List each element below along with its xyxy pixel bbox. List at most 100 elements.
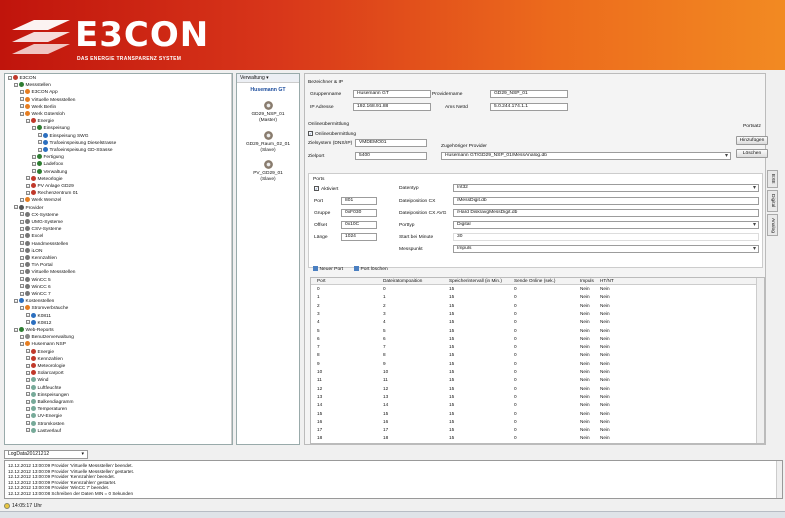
tree-item[interactable]: − Virtuelle Messstellen <box>20 269 75 275</box>
device-item[interactable]: GD29_Raum_02_01 (Slave) <box>237 131 299 153</box>
log-file-select[interactable]: LogData20121212 ▾ <box>4 450 88 459</box>
table-row[interactable]: 5 5 15 0 Nein Nein <box>311 328 756 335</box>
assigned-provider-select[interactable]: Husemann GT/GD29_NSP_01/MessAnalog.db <box>441 152 731 160</box>
log-scrollbar[interactable] <box>776 461 782 498</box>
expand-toggle-icon[interactable]: − <box>26 399 30 404</box>
expand-toggle-icon[interactable]: − <box>20 334 24 339</box>
tree-item[interactable]: − Rechenzentrum 01 <box>26 190 78 196</box>
expand-toggle-icon[interactable]: − <box>20 277 24 282</box>
expand-toggle-icon[interactable]: − <box>26 428 30 433</box>
expand-toggle-icon[interactable]: − <box>20 212 24 217</box>
column-header[interactable]: Impuls <box>580 278 594 284</box>
expand-toggle-icon[interactable]: − <box>26 176 30 181</box>
expand-toggle-icon[interactable]: − <box>38 140 42 145</box>
expand-toggle-icon[interactable]: − <box>26 406 30 411</box>
expand-toggle-icon[interactable]: − <box>20 262 24 267</box>
tree-item[interactable]: − Excel <box>20 233 43 239</box>
table-row[interactable]: 2 2 15 0 Nein Nein <box>311 303 756 310</box>
table-row[interactable]: 8 8 15 0 Nein Nein <box>311 352 756 359</box>
ip-address-field[interactable]: 192.168.91.88 <box>353 103 431 111</box>
tree-item[interactable]: − Werk Berlin <box>20 103 56 110</box>
expand-toggle-icon[interactable]: − <box>20 233 24 238</box>
table-row[interactable]: 13 13 15 0 Nein Nein <box>311 394 756 401</box>
tree-item[interactable]: − Werk Gütersloh <box>20 111 65 117</box>
table-scrollbar[interactable] <box>756 278 764 443</box>
tree-item[interactable]: − Web-Reports <box>14 327 54 333</box>
table-row[interactable]: 9 9 15 0 Nein Nein <box>311 361 756 368</box>
tree-item[interactable]: − Messstellen <box>14 82 51 88</box>
expand-toggle-icon[interactable]: − <box>20 97 24 102</box>
provider-name-field[interactable]: GD29_NSP_01 <box>490 90 568 98</box>
expand-toggle-icon[interactable]: − <box>20 197 24 202</box>
tree-item[interactable]: − Meteorologie <box>26 363 65 369</box>
expand-toggle-icon[interactable]: − <box>26 190 30 195</box>
expand-toggle-icon[interactable]: − <box>20 284 24 289</box>
tree-item[interactable]: − Einspeisung SWG <box>38 132 88 139</box>
laenge-field[interactable]: 1024 <box>341 233 377 241</box>
expand-toggle-icon[interactable]: − <box>14 327 18 332</box>
tree-item[interactable]: − Werk Wemzel <box>20 197 61 203</box>
expand-toggle-icon[interactable]: − <box>26 377 30 382</box>
expand-toggle-icon[interactable]: − <box>26 363 30 368</box>
expand-toggle-icon[interactable]: − <box>20 241 24 246</box>
verwaltung-menu[interactable]: Verwaltung ▾ <box>237 74 299 83</box>
tree-item[interactable]: − Balkendiagramm <box>26 399 74 405</box>
porttyp-select[interactable]: Digital <box>453 221 759 229</box>
gruppe-field[interactable]: 0xF030 <box>341 209 377 217</box>
device-item[interactable]: PV_GD29_01 (Slave) <box>237 160 299 182</box>
table-row[interactable]: 17 17 15 0 Nein Nein <box>311 427 756 434</box>
expand-toggle-icon[interactable]: − <box>32 161 36 166</box>
expand-toggle-icon[interactable]: − <box>20 89 24 94</box>
table-row[interactable]: 4 4 15 0 Nein Nein <box>311 319 756 326</box>
column-header[interactable]: Sende Online (sek.) <box>514 278 555 284</box>
port-field[interactable]: 801 <box>341 197 377 205</box>
add-button[interactable]: Hinzufügen <box>736 136 768 145</box>
table-row[interactable]: 0 0 15 0 Nein Nein <box>311 286 756 293</box>
tree-item[interactable]: − WinCC 6 <box>20 283 51 290</box>
expand-toggle-icon[interactable]: − <box>26 392 30 397</box>
expand-toggle-icon[interactable]: − <box>26 320 30 325</box>
tree-item[interactable]: − Verwaltung <box>32 168 67 175</box>
tab-digital[interactable]: Digital <box>767 190 778 212</box>
tree-item[interactable]: − Stromkosten <box>26 420 64 427</box>
tree-item[interactable]: − Trafoeinspeisung Dieselstrasse <box>38 139 116 146</box>
tree-scrollbar[interactable] <box>231 74 232 444</box>
expand-toggle-icon[interactable]: − <box>20 341 24 346</box>
expand-toggle-icon[interactable]: − <box>32 154 36 159</box>
table-row[interactable]: 14 14 15 0 Nein Nein <box>311 402 756 409</box>
cx-path-field[interactable]: /MessDigit.db <box>453 197 759 205</box>
tree-item[interactable]: − Virtuelle Messstellen <box>20 96 75 103</box>
activated-checkbox[interactable]: ✓ Aktiviert <box>314 186 338 192</box>
tree-item[interactable]: − Stromverbräuche <box>20 305 68 311</box>
expand-toggle-icon[interactable]: − <box>20 291 24 296</box>
tree-item[interactable]: − E3CON <box>8 75 36 81</box>
table-row[interactable]: 6 6 15 0 Nein Nein <box>311 336 756 343</box>
tree-item[interactable]: − Kennzahlen <box>20 255 57 261</box>
tree-item[interactable]: − Luftfeuchte <box>26 384 61 391</box>
datentyp-select[interactable]: Int32 <box>453 184 759 192</box>
column-header[interactable]: Dateiratompoaition <box>383 278 422 284</box>
tree-item[interactable]: − WinCC 7 <box>20 291 51 297</box>
column-header[interactable]: Port <box>317 278 326 284</box>
tree-item[interactable]: − Ladefoox <box>32 161 63 167</box>
tree-item[interactable]: − UMG-Systeme <box>20 219 63 225</box>
tree-item[interactable]: − K0811 <box>26 312 51 319</box>
expand-toggle-icon[interactable]: − <box>38 147 42 152</box>
table-row[interactable]: 11 11 15 0 Nein Nein <box>311 377 756 384</box>
expand-toggle-icon[interactable]: − <box>20 226 24 231</box>
expand-toggle-icon[interactable]: − <box>26 370 30 375</box>
expand-toggle-icon[interactable]: − <box>20 269 24 274</box>
tree-item[interactable]: − Lastverlauf <box>26 427 61 434</box>
tree-item[interactable]: − Fertigung <box>32 154 64 160</box>
expand-toggle-icon[interactable]: − <box>14 82 18 87</box>
expand-toggle-icon[interactable]: − <box>26 118 30 123</box>
table-row[interactable]: 16 16 15 0 Nein Nein <box>311 419 756 426</box>
tree-item[interactable]: − Temperaturen <box>26 406 67 412</box>
tree-item[interactable]: − Husemann NSP <box>20 341 66 347</box>
tree-item[interactable]: − Handmessstellen <box>20 240 68 247</box>
expand-toggle-icon[interactable]: − <box>26 413 30 418</box>
table-row[interactable]: 1 1 15 0 Nein Nein <box>311 294 756 301</box>
tree-item[interactable]: − E3CON App <box>20 89 58 95</box>
expand-toggle-icon[interactable]: − <box>32 125 36 130</box>
expand-toggle-icon[interactable]: − <box>26 349 30 354</box>
